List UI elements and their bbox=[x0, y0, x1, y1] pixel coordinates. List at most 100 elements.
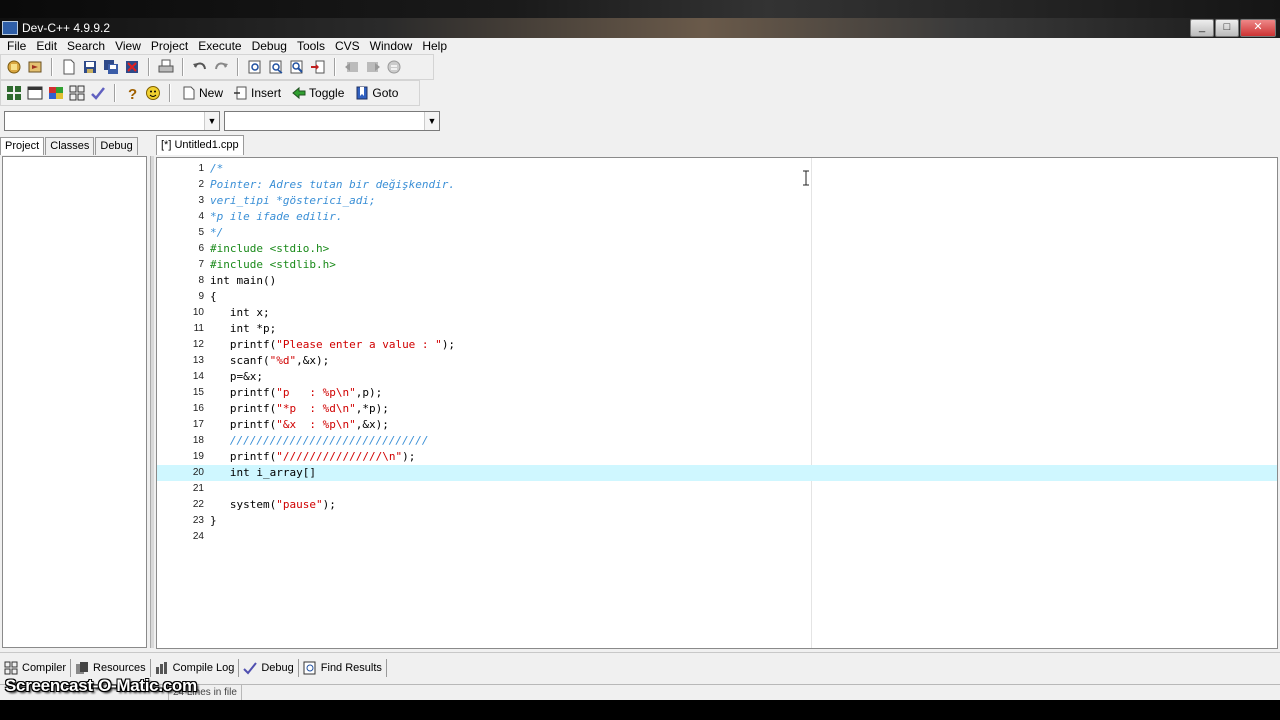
menu-edit[interactable]: Edit bbox=[31, 38, 62, 54]
code-line[interactable]: 19 printf("///////////////\n"); bbox=[157, 449, 1277, 465]
code-text: */ bbox=[210, 225, 223, 241]
goto-line-icon[interactable] bbox=[309, 58, 327, 76]
find-next-icon[interactable] bbox=[288, 58, 306, 76]
code-line[interactable]: 14 p=&x; bbox=[157, 369, 1277, 385]
toolbar-separator bbox=[114, 84, 116, 102]
toggle-comment-icon[interactable] bbox=[385, 58, 403, 76]
code-line[interactable]: 2 Pointer: Adres tutan bir değişkendir. bbox=[157, 177, 1277, 193]
menu-search[interactable]: Search bbox=[62, 38, 110, 54]
goto-bookmark-button[interactable]: Goto bbox=[351, 86, 402, 100]
code-line[interactable]: 17 printf("&x : %p\n",&x); bbox=[157, 417, 1277, 433]
maximize-button[interactable]: □ bbox=[1215, 19, 1239, 37]
print-icon[interactable] bbox=[157, 58, 175, 76]
chevron-down-icon[interactable]: ▼ bbox=[424, 112, 439, 130]
undo-icon[interactable] bbox=[191, 58, 209, 76]
code-line[interactable]: 7 #include <stdlib.h> bbox=[157, 257, 1277, 273]
code-line[interactable]: 18 ////////////////////////////// bbox=[157, 433, 1277, 449]
line-number: 12 bbox=[192, 339, 204, 350]
code-line[interactable]: 15 printf("p : %p\n",p); bbox=[157, 385, 1277, 401]
menu-execute[interactable]: Execute bbox=[193, 38, 246, 54]
save-icon[interactable] bbox=[81, 58, 99, 76]
line-number: 24 bbox=[192, 531, 204, 542]
class-browser-icon[interactable] bbox=[47, 84, 65, 102]
menu-project[interactable]: Project bbox=[146, 38, 193, 54]
tab-classes[interactable]: Classes bbox=[45, 137, 95, 155]
code-line[interactable]: 5 */ bbox=[157, 225, 1277, 241]
code-lines: 1 /* 2 Pointer: Adres tutan bir değişkendir… bbox=[157, 161, 1277, 545]
code-text: printf("*p : %d\n",*p); bbox=[210, 401, 389, 417]
menu-cvs[interactable]: CVS bbox=[330, 38, 365, 54]
line-number: 20 bbox=[192, 467, 204, 478]
code-token-norm: ); bbox=[322, 498, 336, 511]
save-all-icon[interactable] bbox=[102, 58, 120, 76]
menu-debug[interactable]: Debug bbox=[247, 38, 292, 54]
code-line[interactable]: 13 scanf("%d",&x); bbox=[157, 353, 1277, 369]
redo-icon[interactable] bbox=[212, 58, 230, 76]
code-line[interactable]: 6 #include <stdio.h> bbox=[157, 241, 1277, 257]
tab-debug-output[interactable]: Debug bbox=[239, 659, 299, 677]
member-combo[interactable]: ▼ bbox=[224, 111, 440, 131]
tab-resources[interactable]: Resources bbox=[71, 659, 151, 677]
help-icon[interactable]: ? bbox=[123, 84, 141, 102]
new-bookmark-button[interactable]: New bbox=[178, 86, 227, 100]
new-project-icon[interactable] bbox=[5, 84, 23, 102]
run-icon[interactable] bbox=[26, 58, 44, 76]
new-file-icon[interactable] bbox=[60, 58, 78, 76]
toolbar-separator bbox=[237, 58, 239, 76]
code-token-norm: printf( bbox=[210, 418, 277, 431]
tab-compile-log[interactable]: Compile Log bbox=[151, 659, 240, 677]
code-token-norm: p=&x; bbox=[210, 370, 263, 383]
code-token-norm: scanf( bbox=[210, 354, 270, 367]
tab-find-results[interactable]: Find Results bbox=[299, 659, 387, 677]
line-number: 16 bbox=[192, 403, 204, 414]
code-line[interactable]: 1 /* bbox=[157, 161, 1277, 177]
menu-view[interactable]: View bbox=[110, 38, 146, 54]
code-line[interactable]: 24 bbox=[157, 529, 1277, 545]
tab-compiler[interactable]: Compiler bbox=[0, 659, 72, 677]
code-line[interactable]: 10 int x; bbox=[157, 305, 1277, 321]
code-line[interactable]: 21 bbox=[157, 481, 1277, 497]
code-editor[interactable]: 1 /* 2 Pointer: Adres tutan bir değişkendir… bbox=[156, 157, 1278, 649]
code-line[interactable]: 12 printf("Please enter a value : "); bbox=[157, 337, 1277, 353]
code-line[interactable]: 9{ bbox=[157, 289, 1277, 305]
code-text: { bbox=[210, 289, 217, 305]
minimize-button[interactable]: _ bbox=[1190, 19, 1214, 37]
toggle-bookmark-button[interactable]: Toggle bbox=[288, 86, 348, 100]
code-line[interactable]: 3 veri_tipi *gösterici_adi; bbox=[157, 193, 1277, 209]
app-icon bbox=[2, 21, 18, 35]
chevron-down-icon[interactable]: ▼ bbox=[204, 112, 219, 130]
class-combo[interactable]: ▼ bbox=[4, 111, 220, 131]
code-line[interactable]: 20 int i_array[] bbox=[157, 465, 1277, 481]
code-line[interactable]: 23} bbox=[157, 513, 1277, 529]
code-line[interactable]: 16 printf("*p : %d\n",*p); bbox=[157, 401, 1277, 417]
menu-bar: File Edit Search View Project Execute De… bbox=[0, 38, 1280, 54]
menu-file[interactable]: File bbox=[2, 38, 31, 54]
bottom-black-bar bbox=[0, 700, 1280, 720]
menu-help[interactable]: Help bbox=[417, 38, 452, 54]
close-button[interactable]: ✕ bbox=[1240, 19, 1276, 37]
code-token-norm: printf( bbox=[210, 386, 277, 399]
close-file-icon[interactable] bbox=[123, 58, 141, 76]
menu-tools[interactable]: Tools bbox=[292, 38, 330, 54]
check-syntax-icon[interactable] bbox=[89, 84, 107, 102]
find-icon[interactable] bbox=[246, 58, 264, 76]
replace-icon[interactable] bbox=[267, 58, 285, 76]
code-line[interactable]: 8 int main() bbox=[157, 273, 1277, 289]
project-browser-panel[interactable] bbox=[2, 156, 147, 648]
window-icon[interactable] bbox=[26, 84, 44, 102]
compile-icon[interactable] bbox=[5, 58, 23, 76]
tab-debug[interactable]: Debug bbox=[95, 137, 138, 155]
code-line[interactable]: 4 *p ile ifade edilir. bbox=[157, 209, 1277, 225]
menu-window[interactable]: Window bbox=[365, 38, 418, 54]
unindent-icon[interactable] bbox=[343, 58, 361, 76]
project-options-icon[interactable] bbox=[68, 84, 86, 102]
insert-button[interactable]: Insert bbox=[230, 86, 285, 100]
panel-splitter[interactable] bbox=[150, 156, 154, 648]
tab-project[interactable]: Project bbox=[0, 137, 45, 155]
code-line[interactable]: 22 system("pause"); bbox=[157, 497, 1277, 513]
editor-tab-untitled1[interactable]: [*] Untitled1.cpp bbox=[156, 135, 244, 155]
about-smiley-icon[interactable] bbox=[144, 84, 162, 102]
code-line[interactable]: 11 int *p; bbox=[157, 321, 1277, 337]
indent-icon[interactable] bbox=[364, 58, 382, 76]
code-text: printf("p : %p\n",p); bbox=[210, 385, 382, 401]
